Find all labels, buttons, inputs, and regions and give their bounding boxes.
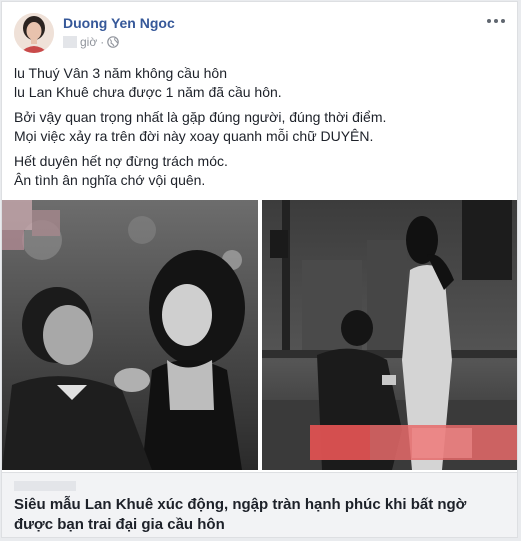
blurred-time-number (63, 36, 77, 48)
meta-separator: · (100, 35, 105, 49)
link-title-line: Siêu mẫu Lan Khuê xúc động, ngập tràn hạ… (14, 496, 467, 513)
paragraph: Hết duyên hết nợ đừng trách móc. Ân tình… (14, 152, 505, 190)
link-title[interactable]: Siêu mẫu Lan Khuê xúc động, ngập tràn hạ… (14, 495, 505, 535)
avatar[interactable] (14, 13, 54, 53)
text-line: Ân tình ân nghĩa chớ vội quên. (14, 172, 206, 188)
post-header: Duong Yen Ngoc giờ · (2, 2, 517, 62)
post-meta: giờ · (63, 35, 120, 49)
text-line: lu Lan Khuê chưa được 1 năm đã cầu hôn. (14, 84, 282, 100)
paragraph: lu Thuý Vân 3 năm không cầu hôn lu Lan K… (14, 64, 505, 102)
blurred-source-domain (14, 481, 76, 491)
photo-couple-embrace[interactable] (2, 200, 258, 470)
paragraph: Bởi vậy quan trọng nhất là gặp đúng ngườ… (14, 108, 505, 146)
link-preview-images[interactable] (2, 200, 517, 470)
text-line: Bởi vậy quan trọng nhất là gặp đúng ngườ… (14, 109, 387, 125)
more-options-icon[interactable] (485, 14, 507, 28)
link-preview[interactable]: Siêu mẫu Lan Khuê xúc động, ngập tràn hạ… (2, 472, 517, 537)
link-title-line: được bạn trai đại gia cầu hôn (14, 516, 225, 533)
post-text: lu Thuý Vân 3 năm không cầu hôn lu Lan K… (14, 64, 505, 196)
globe-icon[interactable] (107, 36, 120, 48)
photo-proposal-rooftop[interactable] (262, 200, 517, 470)
text-line: lu Thuý Vân 3 năm không cầu hôn (14, 65, 228, 81)
facebook-post: Duong Yen Ngoc giờ · lu Thuý Vân 3 năm k… (1, 1, 518, 538)
time-label[interactable]: giờ (80, 35, 97, 49)
text-line: Mọi việc xảy ra trên đời này xoay quanh … (14, 128, 374, 144)
author-name[interactable]: Duong Yen Ngoc (63, 15, 175, 31)
text-line: Hết duyên hết nợ đừng trách móc. (14, 153, 228, 169)
